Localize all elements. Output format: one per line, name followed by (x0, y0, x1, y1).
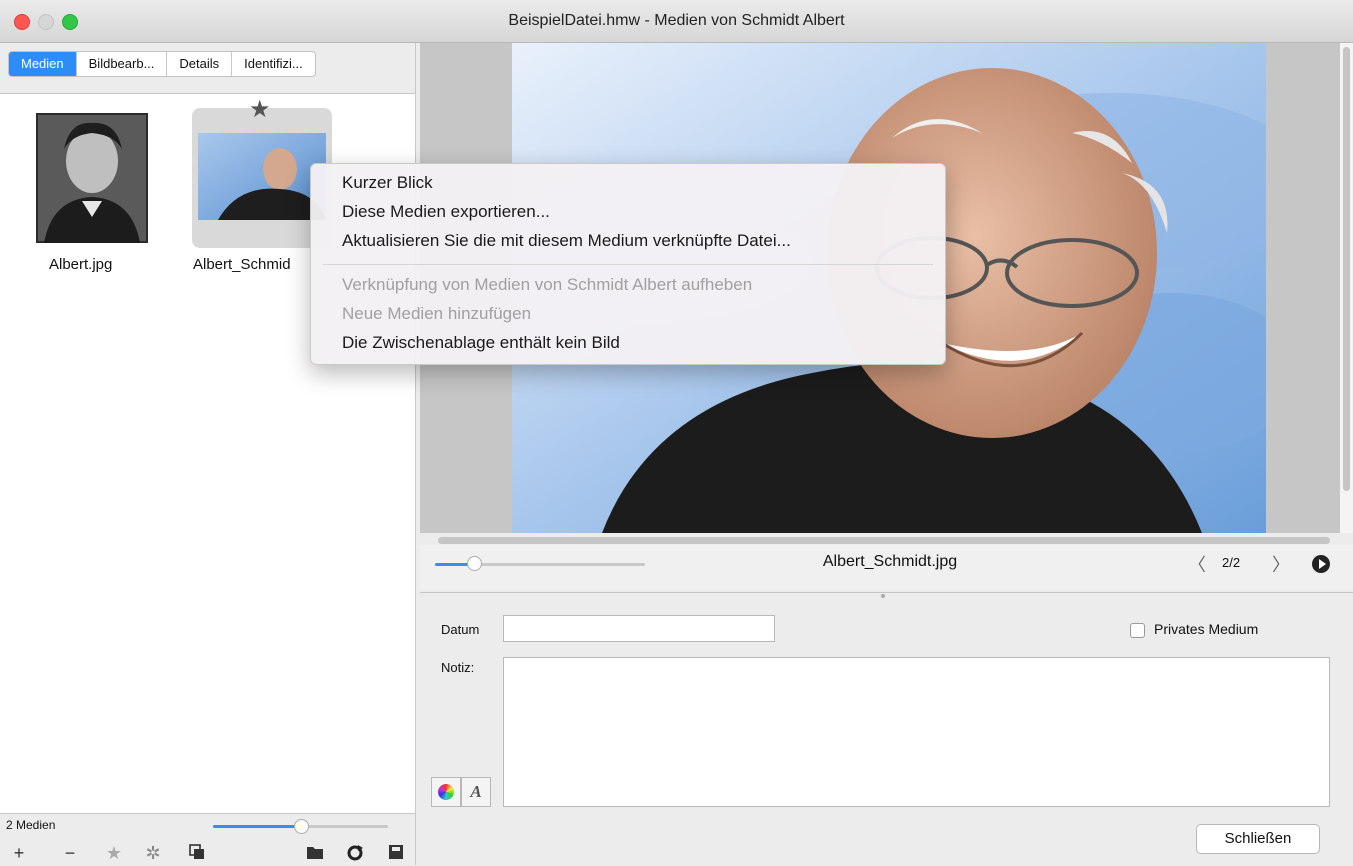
date-label: Datum (441, 622, 480, 637)
splitter-handle[interactable] (881, 594, 885, 598)
play-icon[interactable] (1312, 555, 1330, 573)
private-media-checkbox[interactable] (1130, 623, 1145, 638)
media-item-label: Albert_Schmid (193, 256, 291, 273)
menu-item-unlink-media[interactable]: Verknüpfung von Medien von Schmidt Alber… (342, 275, 752, 295)
menu-item-add-new-media[interactable]: Neue Medien hinzufügen (342, 304, 531, 324)
note-textarea[interactable] (503, 657, 1330, 807)
preview-filename: Albert_Schmidt.jpg (822, 553, 958, 570)
color-wheel-icon (438, 784, 454, 800)
page-counter: 2/2 (1222, 555, 1241, 570)
gear-icon[interactable]: ✲ (144, 844, 162, 862)
context-menu: Kurzer Blick Diese Medien exportieren...… (310, 163, 946, 365)
copy-icon[interactable] (188, 844, 206, 862)
window-title: BeispielDatei.hmw - Medien von Schmidt A… (508, 12, 845, 29)
minus-icon[interactable]: − (61, 844, 79, 862)
menu-item-clipboard-no-image[interactable]: Die Zwischenablage enthält kein Bild (342, 333, 620, 353)
menu-item-update-linked-file[interactable]: Aktualisieren Sie die mit diesem Medium … (342, 231, 791, 251)
folder-icon[interactable] (306, 844, 324, 862)
sidebar-footer: 2 Medien + − ★ ✲ (0, 813, 415, 866)
star-icon[interactable]: ★ (249, 95, 271, 124)
slider-fill (213, 825, 301, 828)
tab-identifizierung[interactable]: Identifizi... (232, 52, 315, 76)
font-icon[interactable]: A (461, 777, 491, 807)
note-label: Notiz: (441, 660, 475, 675)
media-thumbnail (198, 133, 326, 220)
menu-item-export-media[interactable]: Diese Medien exportieren... (342, 202, 550, 222)
menu-item-quick-look[interactable]: Kurzer Blick (342, 173, 433, 193)
private-media-label: Privates Medium (1154, 621, 1259, 637)
tab-medien[interactable]: Medien (9, 52, 77, 76)
media-item-label: Albert.jpg (49, 256, 113, 273)
tab-details[interactable]: Details (167, 52, 233, 76)
chevron-right-icon[interactable]: 〉 (1272, 551, 1290, 577)
slider-knob[interactable] (467, 556, 482, 571)
save-icon[interactable] (387, 844, 405, 862)
menu-separator (323, 264, 933, 265)
media-count: 2 Medien (6, 818, 56, 832)
chevron-left-icon[interactable]: 〈 (1188, 551, 1206, 577)
close-button[interactable]: Schließen (1196, 824, 1320, 854)
star-icon[interactable]: ★ (105, 844, 123, 862)
vertical-scrollbar-thumb[interactable] (1343, 47, 1350, 491)
tab-bar: Medien Bildbearb... Details Identifizi..… (0, 43, 415, 94)
refresh-icon[interactable] (346, 844, 364, 862)
tab-group: Medien Bildbearb... Details Identifizi..… (8, 51, 316, 77)
tab-bildbearbeitung[interactable]: Bildbearb... (77, 52, 168, 76)
plus-icon[interactable]: + (10, 844, 28, 862)
horizontal-scrollbar[interactable] (438, 537, 1330, 544)
media-thumbnail (36, 113, 148, 243)
date-field[interactable] (503, 615, 775, 642)
slider-knob[interactable] (294, 819, 309, 834)
